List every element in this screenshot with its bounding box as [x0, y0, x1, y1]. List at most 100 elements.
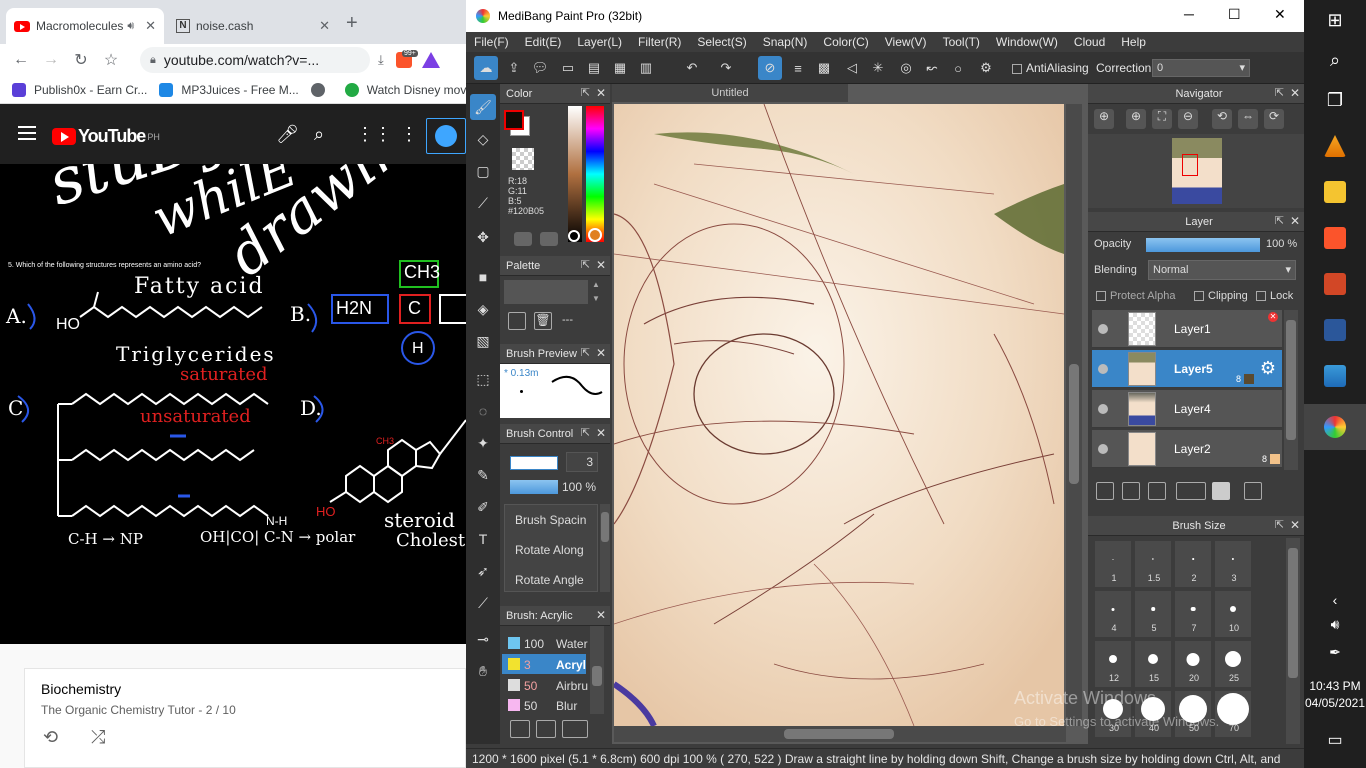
brush-size-cell[interactable]: 12	[1094, 640, 1132, 688]
close-window-icon[interactable]: ✕	[1274, 6, 1286, 23]
menu-select[interactable]: Select(S)	[689, 35, 754, 49]
medibang-taskbar-icon[interactable]	[1304, 404, 1366, 450]
folder-icon[interactable]	[1212, 482, 1230, 500]
palette-swatches[interactable]	[504, 280, 588, 304]
close-panel-icon[interactable]: ✕	[1290, 214, 1300, 228]
cloud-icon[interactable]: ☁	[474, 56, 498, 80]
brightness-slider[interactable]	[568, 106, 582, 242]
video-player[interactable]: stuDying whilE drawing 5. Which of the f…	[0, 164, 466, 644]
brush-size-cell[interactable]: 4	[1094, 590, 1132, 638]
visibility-eye-icon[interactable]	[1098, 324, 1108, 334]
add-brush-icon[interactable]	[510, 720, 530, 738]
canvas-tab[interactable]: Untitled	[612, 84, 848, 102]
undock-icon[interactable]: ⇱	[1275, 518, 1284, 531]
scroll-thumb[interactable]	[1069, 364, 1079, 484]
brush-size-value[interactable]: 3	[566, 452, 598, 472]
notifications-icon[interactable]: ▭	[1304, 720, 1366, 760]
close-panel-icon[interactable]: ✕	[1290, 86, 1300, 100]
pen-icon[interactable]: ✒	[1304, 632, 1366, 672]
chat-icon[interactable]: ▭	[556, 56, 580, 80]
comment-icon[interactable]: 💬︎	[528, 56, 552, 80]
close-tab-icon[interactable]: ✕	[145, 18, 156, 34]
brightness-handle[interactable]	[568, 230, 580, 242]
gradient-tool-icon[interactable]: ▧	[470, 328, 496, 354]
new-palette-icon[interactable]	[508, 312, 526, 330]
windows-start-icon[interactable]: ⊞	[1304, 0, 1366, 40]
undock-icon[interactable]: ⇱	[1275, 214, 1284, 227]
brush-size-cell[interactable]: 25	[1214, 640, 1252, 688]
flip-icon[interactable]: ⇔	[1238, 109, 1258, 129]
brave-browser-icon[interactable]	[1304, 218, 1366, 258]
hue-handle[interactable]	[588, 228, 602, 242]
task-view-icon[interactable]: ❐	[1304, 80, 1366, 120]
option-rotate-angle[interactable]: Rotate Angle	[515, 573, 584, 587]
fit-window-icon[interactable]: ⛶	[1152, 109, 1172, 129]
eyedropper-tool-icon[interactable]: ⊸	[470, 626, 496, 652]
brush-page-icon[interactable]	[536, 720, 556, 738]
bookmark-disney[interactable]: Watch Disney mov	[344, 82, 466, 97]
drawing-canvas[interactable]	[614, 104, 1064, 726]
powerpoint-icon[interactable]	[1304, 264, 1366, 304]
clipping-checkbox[interactable]: Clipping	[1194, 290, 1248, 302]
transparent-swatch[interactable]	[512, 148, 534, 170]
perspective-snap-icon[interactable]: ◁	[840, 56, 864, 80]
brush-options-scrollbar[interactable]	[600, 504, 610, 592]
brush-size-cell[interactable]: 7	[1174, 590, 1212, 638]
more-icon[interactable]: ⋮	[400, 124, 418, 145]
forward-icon[interactable]: →	[36, 51, 66, 69]
close-panel-icon[interactable]: ✕	[1290, 518, 1300, 532]
brush-size-cell[interactable]: 2	[1174, 540, 1212, 588]
canvas-horizontal-scrollbar[interactable]	[614, 726, 1066, 742]
menu-tool[interactable]: Tool(T)	[935, 35, 988, 49]
shape-tool-icon[interactable]: ▢	[470, 158, 496, 184]
layer-row[interactable]: Layer4	[1092, 390, 1282, 428]
menu-window[interactable]: Window(W)	[988, 35, 1066, 49]
playlist-subtitle[interactable]: The Organic Chemistry Tutor - 2 / 10	[41, 703, 236, 717]
operation-tool-icon[interactable]: ➶	[470, 558, 496, 584]
scroll-up-icon[interactable]: ▲	[592, 280, 600, 289]
protect-alpha-checkbox[interactable]: Protect Alpha	[1096, 290, 1175, 302]
menu-view[interactable]: View(V)	[877, 35, 935, 49]
tab-macromolecules[interactable]: Macromolecules 🔊︎ ✕	[6, 8, 164, 44]
brush-size-cell[interactable]: 5	[1134, 590, 1172, 638]
brush-item-water[interactable]: 100 Water	[502, 634, 588, 652]
bookmark-globe[interactable]	[310, 82, 333, 97]
vlc-icon[interactable]	[1304, 126, 1366, 166]
select-rect-icon[interactable]: ⬚	[470, 366, 496, 392]
snap-off-icon[interactable]: ⊘	[758, 56, 782, 80]
file-explorer-icon[interactable]	[1304, 172, 1366, 212]
text-tool-icon[interactable]: T	[470, 526, 496, 552]
delete-palette-icon[interactable]: 🗑︎	[534, 312, 552, 330]
navigator-view[interactable]	[1088, 134, 1304, 208]
brush-size-cell[interactable]: 20	[1174, 640, 1212, 688]
back-icon[interactable]: ←	[6, 51, 36, 69]
close-panel-icon[interactable]: ✕	[596, 86, 606, 100]
color-wheel-icon[interactable]	[514, 232, 532, 246]
undock-icon[interactable]: ⇱	[1275, 86, 1284, 99]
microphone-icon[interactable]: 🎤︎	[276, 124, 299, 145]
visibility-eye-icon[interactable]	[1098, 404, 1108, 414]
select-pen-icon[interactable]: ✎	[470, 462, 496, 488]
search-icon[interactable]: ⌕	[314, 124, 324, 145]
photos-icon[interactable]	[1304, 356, 1366, 396]
settings-gear-icon[interactable]: ⚙	[1260, 358, 1276, 379]
hand-tool-icon[interactable]: ✋︎	[470, 658, 496, 684]
brush-item-airbrush[interactable]: 50 Airbru	[502, 676, 588, 694]
merge-layer-icon[interactable]	[1148, 482, 1166, 500]
option-rotate-along[interactable]: Rotate Along	[515, 543, 584, 557]
brush-size-cell[interactable]: 15	[1134, 640, 1172, 688]
undock-icon[interactable]: ⇱	[581, 258, 590, 271]
primary-color-swatch[interactable]	[504, 110, 524, 130]
lasso-tool-icon[interactable]: ◌	[470, 398, 496, 424]
page-icon[interactable]: ▤	[582, 56, 606, 80]
brush-item-blur[interactable]: 50 Blur	[502, 696, 586, 714]
brush-size-cell[interactable]: 1	[1094, 540, 1132, 588]
scroll-thumb[interactable]	[784, 729, 894, 739]
layer-copy-icon[interactable]	[1244, 482, 1262, 500]
canvas-vertical-scrollbar[interactable]	[1066, 104, 1082, 726]
menu-cloud[interactable]: Cloud	[1066, 35, 1113, 49]
correction-dropdown[interactable]: 0 ▾	[1152, 59, 1250, 77]
new-tab-icon[interactable]: +	[346, 12, 358, 35]
zoom-out-icon[interactable]: ⊖	[1178, 109, 1198, 129]
playlist-title[interactable]: Biochemistry	[41, 681, 121, 697]
